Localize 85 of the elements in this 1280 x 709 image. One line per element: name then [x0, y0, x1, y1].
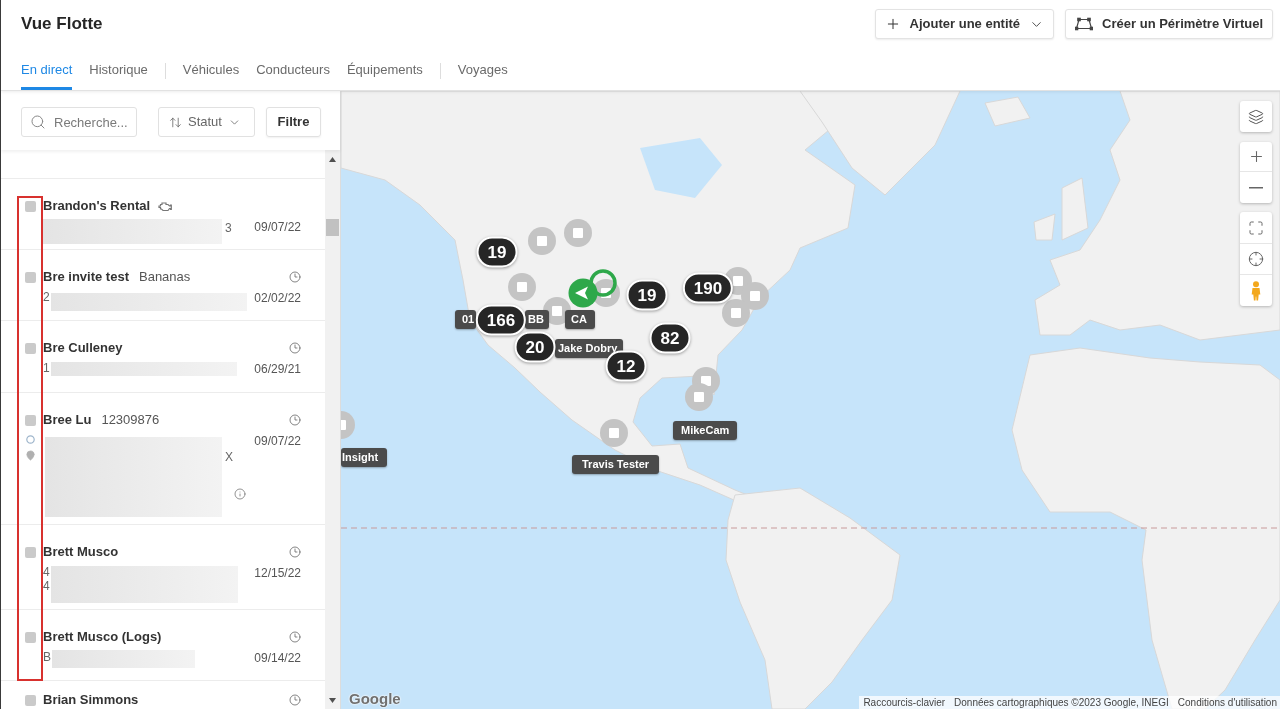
clock-icon: [289, 546, 302, 558]
vehicle-arrow-marker-icon[interactable]: [568, 267, 618, 308]
clock-icon: [289, 631, 302, 643]
clock-icon: [289, 342, 302, 354]
origin-circle-icon: [26, 435, 35, 444]
island: [984, 96, 1031, 127]
tab[interactable]: Équipements: [346, 59, 423, 90]
address-fragment: 4: [43, 579, 50, 593]
vehicle-label[interactable]: 01: [455, 310, 477, 329]
vehicle-name: Bre Culleney: [43, 340, 123, 356]
clock-icon: [289, 271, 302, 283]
checkbox[interactable]: [25, 272, 36, 283]
address-fragment: B: [43, 650, 51, 664]
scrollbar-thumb[interactable]: [326, 219, 339, 236]
vehicle-name: Brian Simmons: [43, 692, 139, 708]
vehicle-tag: 12309876: [101, 412, 160, 428]
checkbox[interactable]: [25, 415, 36, 426]
checkbox[interactable]: [25, 343, 36, 354]
checkbox[interactable]: [25, 632, 36, 643]
vehicle-name: Brett Musco (Logs): [43, 629, 162, 645]
vehicle-name: Brandon's Rental: [43, 198, 151, 214]
engine-icon: [158, 200, 173, 212]
attribution-text: Raccourcis-clavier: [863, 696, 946, 709]
square-marker-icon[interactable]: [508, 273, 536, 301]
scrollbar[interactable]: [325, 150, 340, 709]
layers-icon: [1248, 108, 1264, 125]
date-text: 09/07/22: [254, 219, 302, 235]
date-text: 12/15/22: [254, 565, 302, 581]
checkbox[interactable]: [25, 201, 36, 212]
tab[interactable]: Conducteurs: [256, 59, 330, 90]
vehicle-label[interactable]: Insight: [341, 448, 388, 467]
tab[interactable]: Véhicules: [182, 59, 240, 90]
vehicle-name: Brett Musco: [43, 544, 119, 560]
vehicle-label[interactable]: MikeCam: [673, 421, 738, 440]
map-logo: Google: [349, 690, 401, 707]
vehicle-name: Bre invite test: [43, 269, 129, 285]
vehicle-tag: Bananas: [139, 269, 191, 285]
tab[interactable]: Voyages: [457, 59, 508, 90]
island: [1033, 213, 1056, 241]
search-field[interactable]: Recherche...: [21, 107, 137, 137]
square-marker-icon[interactable]: [722, 299, 750, 327]
header-action-button[interactable]: Ajouter une entité: [874, 9, 1055, 39]
address-fragment: 1: [43, 361, 50, 375]
island: [1061, 177, 1089, 241]
location-pin-icon: [25, 450, 36, 461]
clock-icon: [289, 414, 302, 426]
crosshair-icon: [1248, 251, 1264, 267]
address-fragment: 4: [43, 565, 50, 579]
date-text: 02/02/22: [254, 290, 302, 306]
date-text: 06/29/21: [254, 361, 302, 377]
fullscreen-icon: [1248, 219, 1264, 236]
checkbox[interactable]: [25, 695, 36, 706]
attribution-text: Conditions d'utilisation: [1177, 696, 1277, 709]
polygon-icon: [1075, 17, 1094, 31]
vehicle-label[interactable]: BB: [525, 310, 549, 329]
checkbox[interactable]: [25, 547, 36, 558]
page-title: Vue Flotte: [21, 13, 103, 36]
scroll-up-icon[interactable]: [329, 157, 336, 162]
square-marker-icon[interactable]: [564, 219, 592, 247]
vehicle-label[interactable]: Jake Dobry: [555, 339, 624, 358]
sort-dropdown[interactable]: Statut: [158, 107, 255, 137]
search-icon: [30, 114, 46, 130]
header-action-button[interactable]: Créer un Périmètre Virtuel: [1065, 9, 1273, 39]
layers-button[interactable]: [1240, 101, 1272, 132]
date-text: 09/07/22: [254, 433, 302, 449]
info-icon: [234, 488, 246, 500]
vehicle-name: Bree Lu: [43, 412, 92, 428]
tab[interactable]: Historique: [89, 59, 148, 90]
clock-icon: [289, 694, 302, 706]
sort-icon: [169, 115, 182, 129]
pegman-icon: [1251, 280, 1261, 301]
vehicle-label[interactable]: Travis Tester: [572, 455, 660, 474]
filter-button[interactable]: Filtre: [266, 107, 321, 137]
square-marker-icon[interactable]: [528, 227, 556, 255]
date-text: 09/14/22: [254, 650, 302, 666]
square-marker-icon[interactable]: [685, 383, 713, 411]
square-marker-icon[interactable]: [741, 282, 769, 310]
minus-icon: [1249, 186, 1263, 189]
scroll-down-icon[interactable]: [329, 698, 336, 703]
address-fragment: 2: [43, 290, 50, 304]
address-fragment: X: [224, 450, 233, 464]
square-marker-icon[interactable]: [600, 419, 628, 447]
attribution-text: Données cartographiques ©2023 Google, INEGI: [954, 696, 1169, 709]
address-fragment: 3: [224, 221, 232, 235]
vehicle-label[interactable]: CA: [565, 310, 595, 329]
